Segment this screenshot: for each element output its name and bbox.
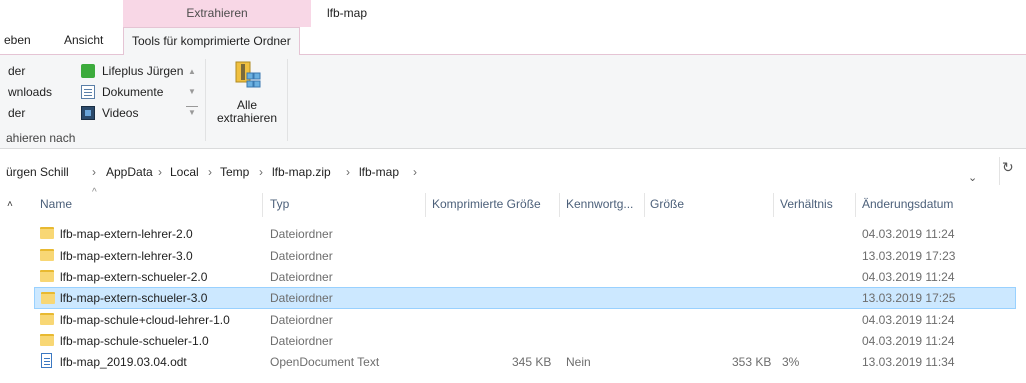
breadcrumb-appdata[interactable]: AppData: [106, 165, 153, 179]
address-row: ürgen Schill › AppData › Local › Temp › …: [0, 149, 1026, 191]
breadcrumb-separator[interactable]: ›: [413, 165, 417, 179]
table-row[interactable]: lfb-map-schule+cloud-lehrer-1.0 Dateiord…: [34, 309, 1016, 331]
breadcrumb-zip[interactable]: lfb-map.zip: [272, 165, 331, 179]
breadcrumb-separator[interactable]: ›: [92, 165, 96, 179]
destination-item-1[interactable]: der: [8, 64, 25, 78]
odt-document-icon: [41, 353, 52, 368]
file-type: Dateiordner: [270, 270, 333, 284]
breadcrumb-local[interactable]: Local: [170, 165, 199, 179]
folder-icon: [40, 227, 54, 239]
column-divider[interactable]: [262, 193, 263, 217]
nav-pane-edge-icon[interactable]: ˄: [7, 199, 13, 210]
destination-lifeplus[interactable]: Lifeplus Jürgen: [102, 64, 183, 78]
file-list: ˄ Name ^ Typ Komprimierte Größe Kennwort…: [0, 187, 1026, 383]
file-date: 13.03.2019 17:23: [862, 249, 956, 263]
folder-icon: [40, 270, 54, 282]
table-row-selected[interactable]: lfb-map-extern-schueler-3.0 Dateiordner …: [34, 287, 1016, 309]
file-compressed-size: 345 KB: [512, 355, 552, 369]
file-date: 04.03.2019 11:24: [862, 270, 955, 284]
column-divider[interactable]: [773, 193, 774, 217]
extract-all-button[interactable]: Alle extrahieren: [213, 57, 281, 129]
refresh-icon[interactable]: ↻: [1002, 159, 1014, 176]
ribbon-group-label: ahieren nach: [6, 131, 76, 145]
folder-icon: [40, 334, 54, 346]
gallery-scroll-down-icon[interactable]: ▼: [186, 86, 198, 98]
tab-tools-compressed[interactable]: Tools für komprimierte Ordner: [123, 27, 300, 56]
ribbon-tab-row: eben Ansicht Tools für komprimierte Ordn…: [0, 27, 1026, 56]
breadcrumb-temp[interactable]: Temp: [220, 165, 249, 179]
window-title: lfb-map: [327, 6, 368, 20]
breadcrumb-separator[interactable]: ›: [158, 165, 162, 179]
column-header-password[interactable]: Kennwortg...: [566, 197, 633, 211]
breadcrumb-lfb-map[interactable]: lfb-map: [359, 165, 399, 179]
breadcrumb-separator[interactable]: ›: [259, 165, 263, 179]
lifeplus-folder-icon: [81, 64, 95, 78]
file-type: Dateiordner: [270, 227, 333, 241]
column-header-size[interactable]: Größe: [650, 197, 684, 211]
column-divider[interactable]: [644, 193, 645, 217]
file-type: Dateiordner: [270, 249, 333, 263]
folder-icon: [40, 249, 54, 261]
gallery-scroll-up-icon[interactable]: ▲: [186, 66, 198, 78]
table-row[interactable]: lfb-map_2019.03.04.odt OpenDocument Text…: [34, 351, 1016, 373]
file-name: lfb-map-extern-lehrer-3.0: [60, 249, 193, 263]
destination-item-3[interactable]: der: [8, 106, 25, 120]
file-name: lfb-map-schule+cloud-lehrer-1.0: [60, 313, 230, 327]
gallery-expand-icon[interactable]: ▼: [186, 106, 198, 118]
table-row[interactable]: lfb-map-extern-schueler-2.0 Dateiordner …: [34, 266, 1016, 288]
table-row[interactable]: lfb-map-extern-lehrer-2.0 Dateiordner 04…: [34, 223, 1016, 245]
extract-all-icon: [235, 61, 261, 88]
column-divider[interactable]: [559, 193, 560, 217]
file-date: 04.03.2019 11:24: [862, 313, 955, 327]
file-name: lfb-map_2019.03.04.odt: [60, 355, 187, 369]
column-divider[interactable]: [425, 193, 426, 217]
file-ratio: 3%: [782, 355, 800, 369]
title-bar: Extrahieren lfb-map: [0, 0, 1026, 27]
destination-videos[interactable]: Videos: [102, 106, 138, 120]
file-size: 353 KB: [732, 355, 772, 369]
tab-freigeben[interactable]: eben: [4, 33, 31, 47]
file-name: lfb-map-extern-schueler-2.0: [60, 270, 208, 284]
column-header-ratio[interactable]: Verhältnis: [780, 197, 833, 211]
file-type: Dateiordner: [270, 313, 333, 327]
ribbon-separator: [205, 59, 206, 141]
file-date: 13.03.2019 17:25: [862, 291, 956, 305]
destination-item-downloads[interactable]: wnloads: [8, 85, 52, 99]
documents-icon: [81, 85, 95, 99]
context-tab-extrahieren[interactable]: Extrahieren: [123, 6, 311, 20]
file-type: OpenDocument Text: [270, 355, 380, 369]
file-date: 13.03.2019 11:34: [862, 355, 955, 369]
table-row[interactable]: lfb-map-extern-lehrer-3.0 Dateiordner 13…: [34, 245, 1016, 267]
file-name: lfb-map-schule-schueler-1.0: [60, 334, 209, 348]
file-name: lfb-map-extern-schueler-3.0: [60, 291, 208, 305]
folder-icon: [41, 292, 55, 304]
file-name: lfb-map-extern-lehrer-2.0: [60, 227, 193, 241]
column-header-type[interactable]: Typ: [270, 197, 289, 211]
file-type: Dateiordner: [270, 334, 333, 348]
folder-icon: [40, 313, 54, 325]
file-date: 04.03.2019 11:24: [862, 334, 955, 348]
column-header-compressed-size[interactable]: Komprimierte Größe: [432, 197, 541, 211]
destination-dokumente[interactable]: Dokumente: [102, 85, 163, 99]
column-header-name[interactable]: Name: [40, 197, 72, 211]
address-history-chevron-down-icon[interactable]: ⌄: [968, 171, 977, 184]
breadcrumb-separator[interactable]: ›: [346, 165, 350, 179]
breadcrumb-separator[interactable]: ›: [208, 165, 212, 179]
file-type: Dateiordner: [270, 291, 333, 305]
column-header-modified[interactable]: Änderungsdatum: [862, 197, 953, 211]
file-date: 04.03.2019 11:24: [862, 227, 955, 241]
column-divider[interactable]: [855, 193, 856, 217]
address-bar[interactable]: ürgen Schill › AppData › Local › Temp › …: [0, 157, 1000, 185]
tab-ansicht[interactable]: Ansicht: [64, 33, 103, 47]
sort-ascending-icon: ^: [92, 187, 97, 198]
videos-icon: [81, 106, 95, 120]
extract-all-label-line2: extrahieren: [216, 111, 278, 125]
extract-all-label: Alle extrahieren: [213, 99, 281, 125]
table-row[interactable]: lfb-map-schule-schueler-1.0 Dateiordner …: [34, 330, 1016, 352]
ribbon: der wnloads der Lifeplus Jürgen Dokument…: [0, 55, 1026, 149]
file-password: Nein: [566, 355, 591, 369]
ribbon-separator: [287, 59, 288, 141]
breadcrumb-user[interactable]: ürgen Schill: [6, 165, 69, 179]
